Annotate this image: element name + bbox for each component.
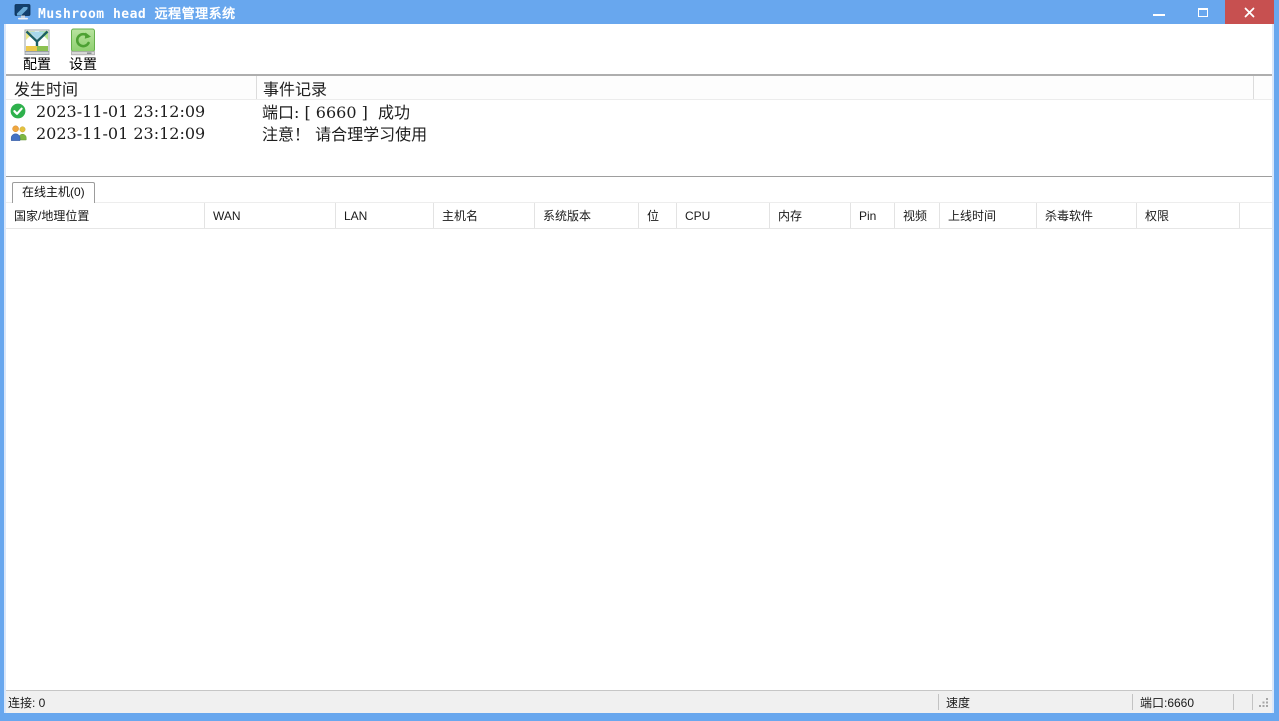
users-icon [6,125,36,141]
col-os-version[interactable]: 系统版本 [535,203,639,228]
settings-button-label: 设置 [69,57,97,73]
event-text: 注意！ 请合理学习使用 [256,121,427,145]
event-log-header-event[interactable]: 事件记录 [256,76,1253,99]
col-privilege[interactable]: 权限 [1137,203,1240,228]
maximize-icon [1198,8,1208,17]
settings-button[interactable]: 设置 [60,27,106,73]
settings-icon [69,28,97,56]
status-bar: 连接: 0 速度 端口:6660 [6,690,1272,713]
col-pin[interactable]: Pin [851,203,895,228]
event-log-header-time[interactable]: 发生时间 [6,76,256,99]
event-log-header-stub [1253,76,1272,99]
close-button[interactable] [1225,0,1274,24]
col-cpu[interactable]: CPU [677,203,770,228]
titlebar[interactable]: Mushroom head 远程管理系统 [0,0,1279,24]
config-button-label: 配置 [23,57,51,73]
connection-status: 连接: 0 [8,691,45,713]
statusbar-separator [1252,694,1253,710]
col-video[interactable]: 视频 [895,203,940,228]
client-area: 配置 设置 [4,24,1274,713]
statusbar-separator [938,694,939,710]
app-window: Mushroom head 远程管理系统 [0,0,1279,721]
col-antivirus[interactable]: 杀毒软件 [1037,203,1137,228]
success-check-icon [6,103,36,119]
tab-bar: 在线主机(0) [6,181,1272,203]
minimize-button[interactable] [1137,0,1181,24]
statusbar-separator [1132,694,1133,710]
speed-status: 速度 [946,691,970,713]
col-wan[interactable]: WAN [205,203,336,228]
window-title: Mushroom head 远程管理系统 [38,3,236,22]
tab-online-hosts[interactable]: 在线主机(0) [12,182,95,203]
port-status: 端口:6660 [1140,691,1194,713]
event-time: 2023-11-01 23:12:09 [36,102,256,121]
col-online-time[interactable]: 上线时间 [940,203,1037,228]
event-time: 2023-11-01 23:12:09 [36,124,256,143]
statusbar-separator [1233,694,1234,710]
config-icon [23,28,51,56]
event-log-header: 发生时间 事件记录 [6,76,1272,100]
col-country-location[interactable]: 国家/地理位置 [6,203,205,228]
resize-grip[interactable] [1259,696,1269,710]
event-log: 发生时间 事件记录 2023-11-01 23:12:09 端口: [ 6660… [6,76,1272,176]
event-text: 端口: [ 6660 ] 成功 [256,99,410,123]
col-bitness[interactable]: 位 [639,203,677,228]
close-icon [1244,7,1255,18]
toolbar: 配置 设置 [6,24,1272,76]
maximize-button[interactable] [1181,0,1225,24]
minimize-icon [1153,14,1165,16]
col-memory[interactable]: 内存 [770,203,851,228]
col-filler [1240,203,1272,228]
host-table-header: 国家/地理位置 WAN LAN 主机名 系统版本 位 CPU 内存 Pin 视频… [6,203,1272,229]
event-log-row[interactable]: 2023-11-01 23:12:09 注意！ 请合理学习使用 [6,122,1272,144]
host-table-body [6,229,1272,690]
window-controls [1137,0,1279,24]
col-lan[interactable]: LAN [336,203,434,228]
app-monitor-icon [14,3,32,21]
event-log-row[interactable]: 2023-11-01 23:12:09 端口: [ 6660 ] 成功 [6,100,1272,122]
col-hostname[interactable]: 主机名 [434,203,535,228]
config-button[interactable]: 配置 [14,27,60,73]
